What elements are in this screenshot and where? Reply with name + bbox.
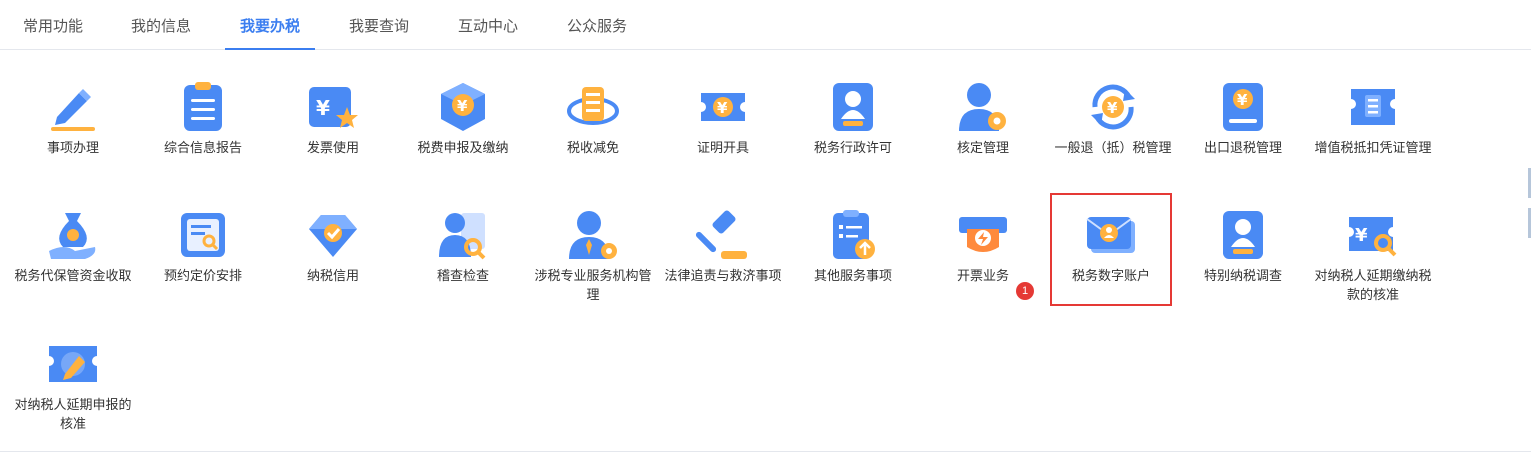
service-item-label: 一般退（抵）税管理 xyxy=(1054,141,1172,156)
service-item-credit[interactable]: 纳税信用 xyxy=(269,207,397,286)
tab-my-info[interactable]: 我的信息 xyxy=(128,0,194,49)
service-item-invoice-use[interactable]: ¥ 发票使用 xyxy=(269,79,397,158)
yuan-book-icon: ¥ xyxy=(1223,83,1263,131)
svg-text:¥: ¥ xyxy=(1107,99,1118,117)
service-item-refund[interactable]: ¥ 一般退（抵）税管理 xyxy=(1049,79,1177,158)
service-item-agency[interactable]: 涉税专业服务机构管理 xyxy=(529,207,657,305)
tab-handle-tax[interactable]: 我要办税 xyxy=(225,0,315,50)
service-item-label: 综合信息报告 xyxy=(163,141,242,156)
service-item-other[interactable]: 其他服务事项 xyxy=(789,207,917,286)
service-item-label: 对纳税人延期缴纳税款的核准 xyxy=(1314,269,1432,303)
service-item-export-refund[interactable]: ¥ 出口退税管理 xyxy=(1179,79,1307,158)
service-item-tax-reduction[interactable]: 税收减免 xyxy=(529,79,657,158)
vat-ticket-icon xyxy=(1351,89,1395,125)
clipboard-icon xyxy=(184,82,222,131)
service-item-declare-pay[interactable]: ¥ 税费申报及缴纳 xyxy=(399,79,527,158)
money-bag-hand-icon xyxy=(49,213,96,259)
service-item-label: 法律追责与救济事项 xyxy=(664,269,782,284)
bottom-divider xyxy=(0,451,1531,452)
service-item-vat-voucher[interactable]: 增值税抵扣凭证管理 xyxy=(1309,79,1437,158)
tab-public-service[interactable]: 公众服务 xyxy=(564,0,630,49)
service-item-label: 税费申报及缴纳 xyxy=(417,141,509,156)
service-item-special-investigation[interactable]: 特别纳税调查 xyxy=(1179,207,1307,286)
clipboard-upload-icon xyxy=(833,210,875,259)
service-item-certificate[interactable]: ¥ 证明开具 xyxy=(659,79,787,158)
service-item-label: 其他服务事项 xyxy=(813,269,892,284)
service-item-inspection[interactable]: 稽查检查 xyxy=(399,207,527,286)
svg-text:¥: ¥ xyxy=(717,99,728,117)
service-item-admin-license[interactable]: 税务行政许可 xyxy=(789,79,917,158)
yuan-cube-icon: ¥ xyxy=(441,83,485,131)
yuan-refresh-icon: ¥ xyxy=(1091,84,1135,130)
person-inspect-icon xyxy=(439,213,486,260)
tab-query[interactable]: 我要查询 xyxy=(346,0,412,49)
service-item-label: 发票使用 xyxy=(306,141,359,156)
service-item-label: 税收减免 xyxy=(566,141,619,156)
person-gear-icon xyxy=(959,83,1006,131)
person-gear-tie-icon xyxy=(569,211,617,259)
pencil-ticket-icon xyxy=(49,346,97,382)
svg-text:¥: ¥ xyxy=(316,96,330,120)
service-item-label: 证明开具 xyxy=(696,141,749,156)
service-item-matter-handling[interactable]: 事项办理 xyxy=(9,79,137,158)
service-item-label: 纳税信用 xyxy=(306,269,359,284)
diamond-check-icon xyxy=(309,215,357,257)
service-item-label: 增值税抵扣凭证管理 xyxy=(1314,141,1432,156)
service-item-label: 特别纳税调查 xyxy=(1203,269,1282,284)
service-item-invoicing[interactable]: 开票业务 xyxy=(919,207,1047,286)
tab-common-functions[interactable]: 常用功能 xyxy=(20,0,86,49)
service-item-info-report[interactable]: 综合信息报告 xyxy=(139,79,267,158)
service-item-pricing[interactable]: 预约定价安排 xyxy=(139,207,267,286)
printer-lightning-icon xyxy=(959,217,1007,252)
person-card-icon xyxy=(1223,211,1263,259)
svg-text:¥: ¥ xyxy=(457,97,468,115)
service-item-label: 预约定价安排 xyxy=(163,269,242,284)
gavel-icon xyxy=(695,210,747,259)
svg-text:¥: ¥ xyxy=(1237,91,1248,109)
service-item-label: 涉税专业服务机构管理 xyxy=(534,269,652,303)
service-item-label: 出口退税管理 xyxy=(1203,141,1282,156)
yuan-search-ticket-icon: ¥ xyxy=(1349,217,1397,257)
svg-text:¥: ¥ xyxy=(1355,225,1368,246)
tab-interaction-center[interactable]: 互动中心 xyxy=(455,0,521,49)
selection-highlight xyxy=(1050,193,1172,306)
service-item-deferred-declaration[interactable]: 对纳税人延期申报的核准 xyxy=(9,336,137,434)
service-item-label: 事项办理 xyxy=(46,141,99,156)
service-item-label: 稽查检查 xyxy=(436,269,489,284)
service-item-custody-funds[interactable]: 税务代保管资金收取 xyxy=(9,207,137,286)
service-item-label: 核定管理 xyxy=(956,141,1009,156)
service-item-legal[interactable]: 法律追责与救济事项 xyxy=(659,207,787,286)
pencil-icon xyxy=(51,89,95,131)
service-item-label: 税务代保管资金收取 xyxy=(14,269,132,284)
yuan-ticket-icon: ¥ xyxy=(701,93,745,121)
service-item-assessment[interactable]: 核定管理 xyxy=(919,79,1047,158)
invoice-star-icon: ¥ xyxy=(309,87,358,128)
service-item-label: 对纳税人延期申报的核准 xyxy=(14,398,132,432)
service-item-label: 税务行政许可 xyxy=(813,141,892,156)
person-certificate-icon xyxy=(833,83,873,131)
service-item-deferred-payment[interactable]: ¥ 对纳税人延期缴纳税款的核准 xyxy=(1309,207,1437,305)
tax-reduction-icon xyxy=(567,87,619,125)
document-search-icon xyxy=(181,213,225,257)
tab-bar: 常用功能 我的信息 我要办税 我要查询 互动中心 公众服务 xyxy=(0,0,1531,50)
notification-badge: 1 xyxy=(1016,282,1034,300)
